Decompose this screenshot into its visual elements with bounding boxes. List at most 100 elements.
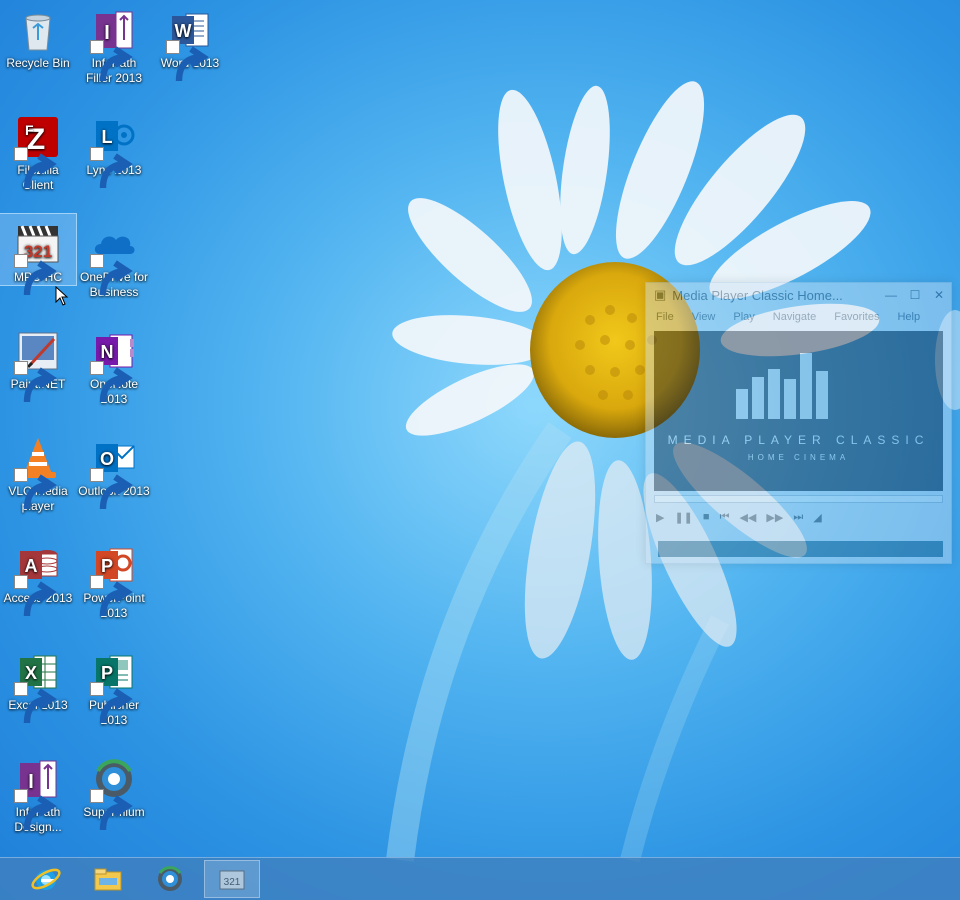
- menu-help[interactable]: Help: [897, 311, 920, 323]
- shortcut-arrow-icon: [14, 468, 57, 510]
- menu-file[interactable]: File: [656, 311, 674, 323]
- shortcut-arrow-icon: [14, 361, 57, 403]
- shortcut-arrow-icon: [90, 361, 133, 403]
- shortcut-arrow-icon: [90, 575, 133, 617]
- desktop-icon-lync[interactable]: L Lync 2013: [76, 107, 152, 189]
- svg-text:X: X: [25, 663, 37, 683]
- desktop-icon-access[interactable]: A Access 2013: [0, 535, 76, 617]
- shortcut-arrow-icon: [90, 147, 133, 189]
- taskbar-file-explorer[interactable]: [80, 860, 136, 898]
- powerpoint-icon: P: [90, 541, 138, 617]
- shortcut-arrow-icon: [14, 147, 57, 189]
- mpc-seek-bar[interactable]: [654, 495, 943, 503]
- internet-explorer-icon: [31, 868, 61, 890]
- svg-text:F: F: [25, 122, 34, 138]
- menu-favorites[interactable]: Favorites: [834, 311, 879, 323]
- desktop-icon-filezilla[interactable]: Z F FileZilla Client: [0, 107, 76, 193]
- desktop-icon-powerpoint[interactable]: P PowerPoint 2013: [76, 535, 152, 621]
- next-icon[interactable]: ⏭: [793, 511, 803, 524]
- taskbar-internet-explorer[interactable]: [18, 860, 74, 898]
- desktop-icon-vlc[interactable]: VLC media player: [0, 428, 76, 514]
- desktop-icon-supermium[interactable]: Supermium: [76, 749, 152, 831]
- mouse-cursor-icon: [55, 286, 69, 306]
- desktop-icon-label: Recycle Bin: [6, 56, 70, 70]
- mpc-status-bar: [658, 541, 943, 557]
- minimize-button[interactable]: —: [879, 288, 903, 302]
- publisher-icon: P: [90, 648, 138, 724]
- vlc-icon: [14, 434, 62, 510]
- desktop-icon-publisher[interactable]: P Publisher 2013: [76, 642, 152, 728]
- shortcut-arrow-icon: [14, 682, 57, 724]
- svg-text:W: W: [175, 21, 192, 41]
- mpc-logo-subtitle: HOME CINEMA: [747, 453, 850, 462]
- shortcut-arrow-icon: [166, 40, 209, 82]
- desktop-icon-infopath-designer[interactable]: I InfoPath Design...: [0, 749, 76, 835]
- pause-icon[interactable]: ❚❚: [674, 511, 692, 524]
- menu-view[interactable]: View: [692, 311, 716, 323]
- shortcut-arrow-icon: [14, 254, 57, 296]
- shortcut-arrow-icon: [90, 682, 133, 724]
- shortcut-arrow-icon: [90, 254, 133, 296]
- svg-text:A: A: [25, 556, 38, 576]
- mpc-video-area[interactable]: MEDIA PLAYER CLASSIC HOME CINEMA: [654, 331, 943, 491]
- desktop-icon-mpc-hc[interactable]: 321 MPC-HC: [0, 213, 77, 296]
- previous-icon[interactable]: ⏮: [720, 511, 730, 524]
- shortcut-arrow-icon: [14, 789, 57, 831]
- svg-text:321: 321: [224, 877, 241, 888]
- svg-text:P: P: [101, 663, 113, 683]
- svg-text:O: O: [100, 449, 114, 469]
- onedrive-icon: [90, 220, 138, 296]
- desktop-icon-word[interactable]: W Word 2013: [152, 0, 228, 82]
- infopath-icon: I: [14, 755, 62, 831]
- shortcut-arrow-icon: [90, 789, 133, 831]
- menu-play[interactable]: Play: [733, 311, 754, 323]
- desktop-icon-paintnet[interactable]: Paint.NET: [0, 321, 76, 403]
- word-icon: W: [166, 6, 214, 82]
- forward-icon[interactable]: ▶▶: [766, 511, 783, 524]
- shortcut-arrow-icon: [90, 40, 133, 82]
- lync-icon: L: [90, 113, 138, 189]
- mpc-menubar: File View Play Navigate Favorites Help: [646, 307, 951, 327]
- excel-icon: X: [14, 648, 62, 724]
- onenote-icon: N: [90, 327, 138, 403]
- desktop-icon-onedrive[interactable]: OneDrive for Business: [76, 214, 152, 300]
- supermium-icon: [158, 866, 182, 891]
- taskbar: 321: [0, 857, 960, 900]
- desktop-icon-outlook[interactable]: O Outlook 2013: [76, 428, 152, 510]
- svg-text:P: P: [101, 556, 113, 576]
- access-icon: A: [14, 541, 62, 617]
- desktop-icon-infopath-filler[interactable]: I InfoPath Filler 2013: [76, 0, 152, 86]
- infopath-icon: I: [90, 6, 138, 82]
- recycle-bin-icon: [14, 6, 62, 54]
- mpc-window-title: Media Player Classic Home...: [672, 287, 843, 303]
- paintnet-icon: [14, 327, 62, 403]
- mpc-controls: ▶ ❚❚ ■ ⏮ ◀◀ ▶▶ ⏭ ◢: [646, 507, 951, 528]
- close-button[interactable]: ✕: [927, 288, 951, 302]
- desktop-icon-excel[interactable]: X Excel 2013: [0, 642, 76, 724]
- taskbar-mpc-hc[interactable]: 321: [204, 860, 260, 898]
- mpc-window-icon: ▣: [654, 287, 667, 302]
- taskbar-supermium[interactable]: [142, 860, 198, 898]
- desktop-icon-recycle-bin[interactable]: Recycle Bin: [0, 0, 76, 71]
- volume-icon[interactable]: ◢: [813, 511, 821, 524]
- shortcut-arrow-icon: [14, 575, 57, 617]
- file-explorer-icon: [94, 868, 122, 891]
- shortcut-arrow-icon: [90, 468, 133, 510]
- supermium-icon: [90, 755, 138, 831]
- menu-navigate[interactable]: Navigate: [773, 311, 816, 323]
- mpc-hc-icon: 321: [219, 870, 245, 890]
- mpc-titlebar[interactable]: ▣ Media Player Classic Home... — ☐ ✕: [646, 283, 951, 307]
- desktop-icon-onenote[interactable]: N OneNote 2013: [76, 321, 152, 407]
- maximize-button[interactable]: ☐: [903, 288, 927, 302]
- outlook-icon: O: [90, 434, 138, 510]
- mpc-logo-text: MEDIA PLAYER CLASSIC: [667, 433, 930, 447]
- svg-text:L: L: [102, 127, 113, 147]
- rewind-icon[interactable]: ◀◀: [739, 511, 756, 524]
- mpc-hc-window[interactable]: ▣ Media Player Classic Home... — ☐ ✕ Fil…: [645, 282, 952, 564]
- filezilla-icon: ZF: [14, 113, 62, 189]
- mpc-logo-bars: [736, 353, 828, 419]
- mpc-hc-icon: 321: [14, 220, 62, 296]
- play-icon[interactable]: ▶: [656, 511, 664, 524]
- svg-text:N: N: [101, 342, 114, 362]
- stop-icon[interactable]: ■: [703, 511, 710, 524]
